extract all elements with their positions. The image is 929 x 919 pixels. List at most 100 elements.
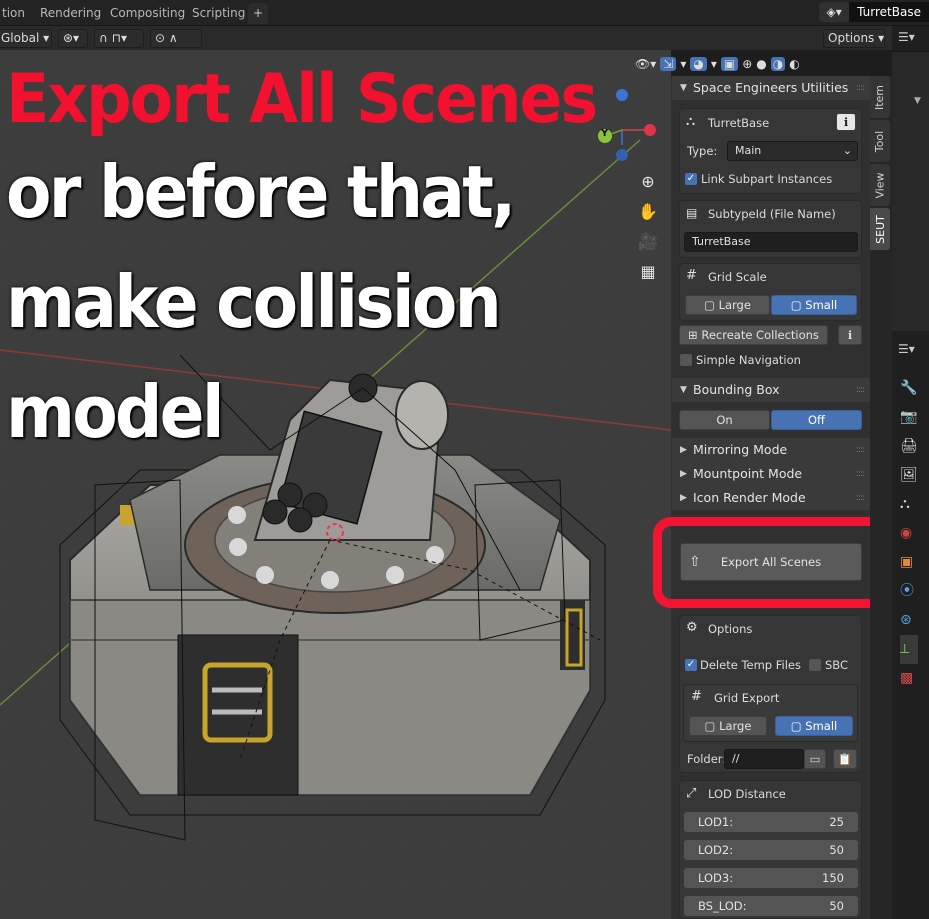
world-icon[interactable]: ◉: [900, 519, 918, 548]
grid-perspective-icon[interactable]: ▦: [634, 257, 662, 285]
options-section-label: Options: [708, 622, 753, 636]
tab-tool[interactable]: Tool: [870, 120, 890, 162]
folder-input[interactable]: //: [724, 749, 804, 769]
folder-label: Folder:: [687, 752, 727, 766]
pivot-point-dropdown[interactable]: ⊛▾: [58, 29, 88, 48]
grid-small-button[interactable]: ▢ Small: [771, 295, 857, 315]
tab-rendering[interactable]: Rendering: [32, 3, 109, 24]
tab-tool-label: Tool: [873, 130, 887, 152]
gizmo-toggle-icon[interactable]: ⇲: [660, 57, 677, 71]
proportional-editing-toggle[interactable]: ⊙ ∧: [150, 29, 202, 48]
sbc-label: SBC: [825, 658, 849, 672]
output-icon[interactable]: 🖨: [900, 432, 918, 461]
wireframe-shading-icon[interactable]: ⊕: [742, 57, 752, 71]
xray-toggle-icon[interactable]: ▣: [720, 57, 739, 71]
outliner-editor-icon[interactable]: ☰▾: [898, 30, 915, 44]
hand-pan-icon[interactable]: ✋: [634, 197, 662, 225]
object-icon: ⛬: [686, 114, 696, 129]
drag-grip-icon[interactable]: ::::: [856, 76, 865, 100]
add-workspace-button[interactable]: +: [248, 3, 268, 24]
tab-scripting[interactable]: Scripting: [184, 3, 253, 24]
overlay-line-3: make collision: [6, 260, 502, 344]
grid-scale-label: Grid Scale: [708, 270, 767, 284]
rendered-shading-icon[interactable]: ◐: [789, 57, 799, 71]
tab-item-label: Item: [873, 84, 887, 110]
workspace-bar: tion Rendering Compositing Scripting + ◈…: [0, 0, 929, 26]
expand-icon: ▶: [680, 469, 687, 479]
icon-render-mode-label: Icon Render Mode: [693, 490, 806, 505]
simple-navigation-checkbox[interactable]: [680, 354, 692, 366]
collapse-icon: ▼: [680, 83, 687, 93]
expand-icon: ▶: [680, 445, 687, 455]
solid-shading-icon[interactable]: ●: [756, 57, 766, 71]
outliner-area: [892, 51, 929, 331]
gears-icon: ⚙: [686, 620, 698, 635]
tab-animation[interactable]: tion: [0, 3, 33, 24]
overlay-line-1: Export All Scenes: [6, 60, 598, 139]
modifier-icon[interactable]: ⦿: [900, 577, 918, 606]
options-label: Options: [828, 31, 875, 45]
visibility-icon[interactable]: 👁▾: [635, 57, 656, 71]
drag-grip-icon[interactable]: ::::: [856, 486, 865, 510]
tab-compositing[interactable]: Compositing: [102, 3, 193, 24]
view-layer-icon[interactable]: 🖼: [900, 461, 918, 490]
delete-temp-files-checkbox[interactable]: ✓: [685, 659, 697, 671]
bounding-box-label: Bounding Box: [693, 382, 780, 397]
link-subpart-label: Link Subpart Instances: [701, 172, 833, 186]
zoom-icon[interactable]: ⊕: [634, 167, 662, 195]
collapse-icon[interactable]: ▼: [914, 96, 921, 106]
scene-icon[interactable]: ⛬: [900, 490, 918, 519]
properties-editor-icon[interactable]: ☰▾: [898, 342, 915, 356]
clipboard-icon[interactable]: 📋: [833, 749, 857, 769]
mirroring-mode-header[interactable]: ▶ Mirroring Mode::::: [672, 438, 870, 462]
scene-selector[interactable]: ◈▾ TurretBase: [819, 2, 929, 22]
recreate-info-icon[interactable]: ℹ: [838, 325, 862, 345]
bounding-on-button[interactable]: On: [679, 410, 770, 430]
lod3-field[interactable]: LOD3: 150: [684, 868, 858, 888]
grid-large-button[interactable]: ▢ Large: [685, 295, 770, 315]
tool-settings-icon[interactable]: 🔧: [900, 374, 918, 403]
transform-orientation-dropdown[interactable]: Global ▾: [0, 29, 52, 48]
texture-icon[interactable]: ▩: [900, 664, 918, 693]
folder-browse-icon[interactable]: ▭: [804, 749, 826, 769]
scene-name[interactable]: TurretBase: [849, 2, 929, 22]
info-icon[interactable]: ℹ: [836, 113, 856, 131]
space-engineers-utilities-header[interactable]: ▼ Space Engineers Utilities::::: [672, 76, 870, 100]
cube-icon: ▢: [790, 719, 806, 733]
recreate-collections-button[interactable]: ⊞ Recreate Collections: [679, 325, 828, 345]
bs-lod-field[interactable]: BS_LOD: 50: [684, 896, 858, 916]
export-large-button[interactable]: ▢ Large: [689, 716, 767, 736]
data-icon[interactable]: ⟂: [900, 635, 918, 664]
sbc-checkbox[interactable]: [809, 659, 821, 671]
export-small-button[interactable]: ▢ Small: [775, 716, 853, 736]
type-value: Main: [735, 144, 762, 157]
3d-viewport[interactable]: Export All Scenes or before that, make c…: [0, 50, 671, 919]
recreate-collections-label: Recreate Collections: [701, 328, 819, 342]
drag-grip-icon[interactable]: ::::: [856, 462, 865, 486]
bounding-box-header[interactable]: ▼ Bounding Box::::: [672, 378, 870, 402]
tab-item[interactable]: Item: [870, 76, 890, 118]
transform-orientation-value: Global: [1, 31, 40, 45]
constraints-icon[interactable]: ⊛: [900, 606, 918, 635]
lod1-field[interactable]: LOD1: 25: [684, 812, 858, 832]
render-icon[interactable]: 📷: [900, 403, 918, 432]
bounding-off-button[interactable]: Off: [771, 410, 862, 430]
options-dropdown[interactable]: Options ▾: [823, 29, 885, 48]
camera-icon[interactable]: 🎥: [634, 227, 662, 255]
tab-seut[interactable]: SEUT: [870, 208, 890, 250]
panel-title: Space Engineers Utilities: [693, 80, 849, 95]
drag-grip-icon[interactable]: ::::: [856, 438, 865, 462]
icon-render-mode-header[interactable]: ▶ Icon Render Mode::::: [672, 486, 870, 510]
drag-grip-icon[interactable]: ::::: [856, 378, 865, 402]
material-shading-icon[interactable]: ◑: [770, 57, 786, 71]
mountpoint-mode-header[interactable]: ▶ Mountpoint Mode::::: [672, 462, 870, 486]
tab-view[interactable]: View: [870, 164, 890, 206]
overlay-toggle-icon[interactable]: ◕: [690, 57, 707, 71]
mirroring-mode-label: Mirroring Mode: [693, 442, 788, 457]
type-dropdown[interactable]: Main ⌄: [727, 141, 858, 161]
subtype-input[interactable]: TurretBase: [684, 232, 858, 252]
object-icon[interactable]: ▣: [900, 548, 918, 577]
snap-toggle[interactable]: ∩ ⊓▾: [94, 29, 144, 48]
link-subpart-checkbox[interactable]: ✓: [685, 173, 697, 185]
lod2-field[interactable]: LOD2: 50: [684, 840, 858, 860]
